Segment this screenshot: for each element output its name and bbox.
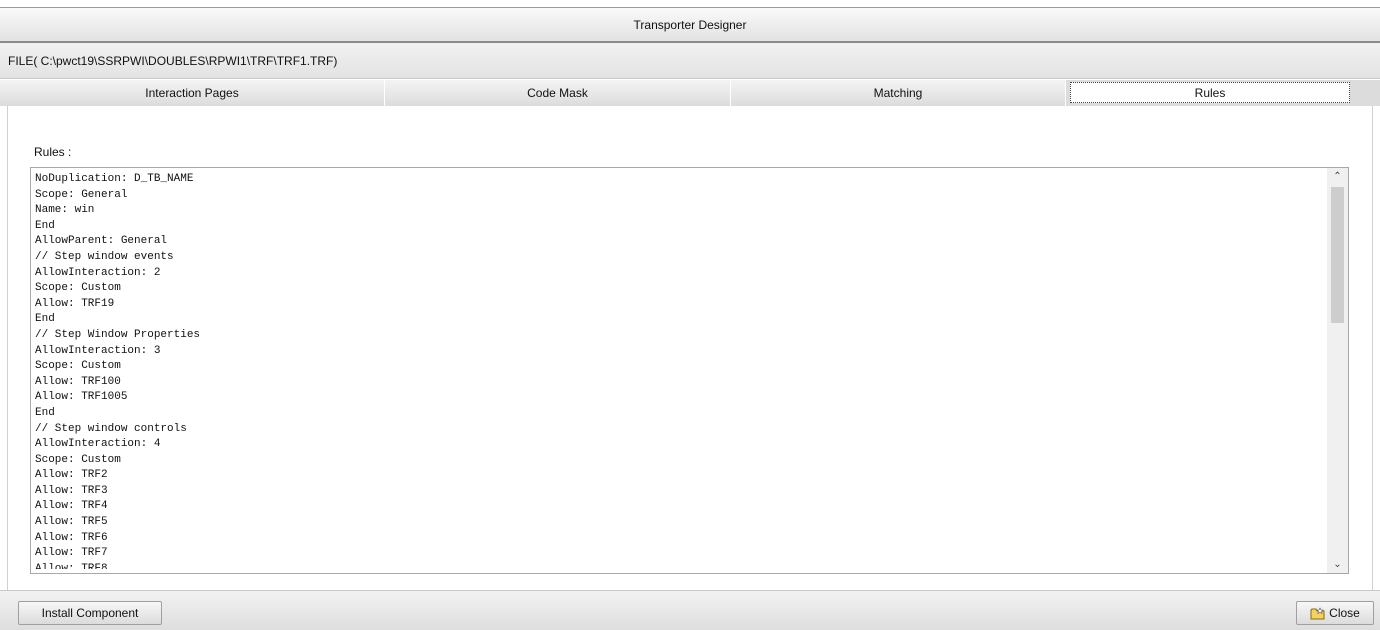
tab-code-mask[interactable]: Code Mask — [385, 80, 731, 106]
tab-matching[interactable]: Matching — [731, 80, 1066, 106]
tab-rules[interactable]: Rules — [1070, 82, 1350, 103]
tab-strip: Interaction Pages Code Mask Matching Rul… — [0, 80, 1380, 106]
scroll-up-icon[interactable]: ⌃ — [1327, 168, 1348, 185]
close-label: Close — [1329, 606, 1360, 620]
install-component-button[interactable]: Install Component — [18, 601, 162, 625]
window-title: Transporter Designer — [633, 17, 747, 32]
footer-bar: Install Component Close — [0, 590, 1380, 630]
file-path-bar: FILE( C:\pwct19\SSRPWI\DOUBLES\RPWI1\TRF… — [0, 43, 1380, 79]
folder-icon — [1310, 606, 1325, 619]
install-component-label: Install Component — [41, 606, 139, 620]
scroll-down-icon[interactable]: ⌄ — [1327, 556, 1348, 573]
close-button[interactable]: Close — [1296, 601, 1374, 625]
rules-text[interactable]: NoDuplication: D_TB_NAME Scope: General … — [35, 172, 1325, 569]
rules-textarea[interactable]: NoDuplication: D_TB_NAME Scope: General … — [30, 167, 1349, 574]
vertical-scrollbar[interactable]: ⌃ ⌄ — [1327, 168, 1348, 573]
scrollbar-thumb[interactable] — [1331, 187, 1344, 323]
title-bar: Transporter Designer — [0, 7, 1380, 43]
tab-interaction-pages[interactable]: Interaction Pages — [0, 80, 385, 106]
file-path: FILE( C:\pwct19\SSRPWI\DOUBLES\RPWI1\TRF… — [8, 53, 338, 68]
rules-label: Rules : — [34, 145, 72, 159]
